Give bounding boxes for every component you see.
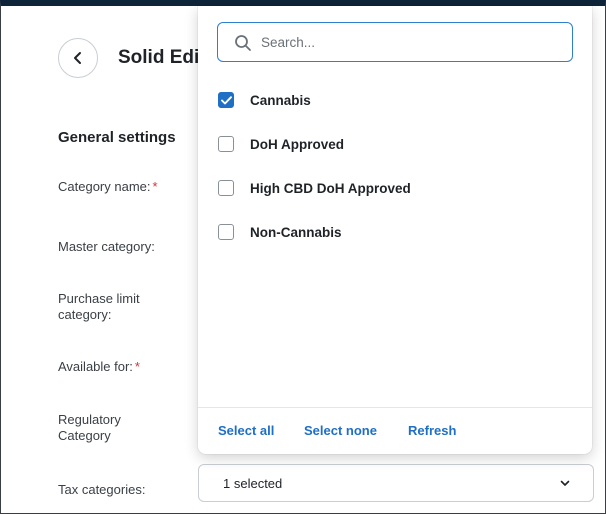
option-label: Cannabis [250,92,311,108]
checkbox[interactable] [218,136,234,152]
select-all-button[interactable]: Select all [218,423,274,438]
option-label: Non-Cannabis [250,224,342,240]
option-non-cannabis[interactable]: Non-Cannabis [218,220,558,244]
option-label: DoH Approved [250,136,344,152]
chevron-left-icon [74,52,81,64]
label-regulatory-category: Regulatory Category [58,412,121,443]
tax-categories-select[interactable]: 1 selected [198,464,594,502]
tax-categories-dropdown: Cannabis DoH Approved High CBD DoH Appro… [198,6,592,454]
chevron-down-icon [560,480,570,486]
checkbox-checked[interactable] [218,92,234,108]
label-category-name: Category name: * [58,179,158,194]
label-available-for: Available for: * [58,359,140,374]
required-marker: * [134,359,140,374]
option-label: High CBD DoH Approved [250,180,411,196]
checkbox[interactable] [218,180,234,196]
section-title: General settings [58,129,176,146]
search-icon [235,35,251,51]
label-tax-categories: Tax categories: [58,482,146,497]
search-input[interactable] [261,31,561,53]
refresh-button[interactable]: Refresh [408,423,456,438]
search-field[interactable] [217,22,573,62]
required-marker: * [152,179,158,194]
back-button[interactable] [58,38,98,78]
option-cannabis[interactable]: Cannabis [218,88,558,112]
checkmark-icon [220,95,232,104]
checkbox[interactable] [218,224,234,240]
option-doh-approved[interactable]: DoH Approved [218,132,558,156]
label-purchase-limit-category: Purchase limit category: [58,291,140,322]
select-none-button[interactable]: Select none [304,423,377,438]
label-master-category: Master category: [58,239,155,254]
option-high-cbd-doh-approved[interactable]: High CBD DoH Approved [218,176,558,200]
dropdown-divider [198,407,592,408]
page-title: Solid Edi [118,47,200,68]
tax-categories-value: 1 selected [223,475,283,491]
